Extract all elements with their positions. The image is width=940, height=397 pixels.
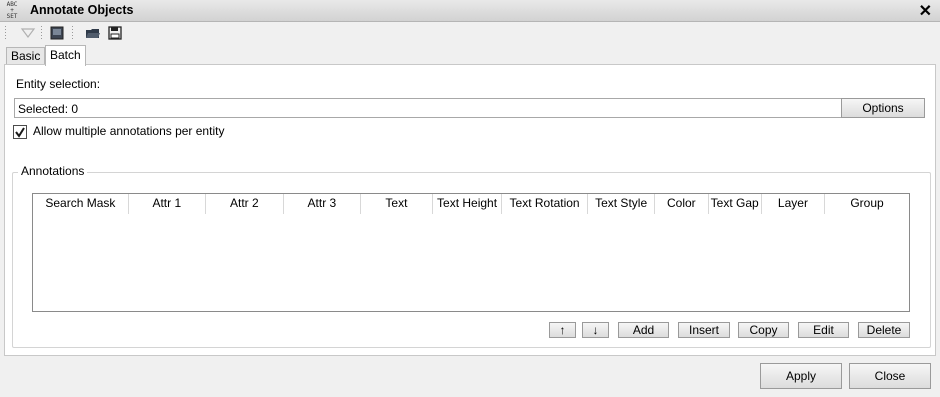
checkmark-icon [15,127,25,138]
column-header-layer[interactable]: Layer [762,194,826,214]
column-header-search-mask[interactable]: Search Mask [33,194,129,214]
column-header-text-height[interactable]: Text Height [433,194,503,214]
column-header-text-rotation[interactable]: Text Rotation [502,194,589,214]
column-header-attr3[interactable]: Attr 3 [284,194,361,214]
open-folder-icon[interactable] [85,25,101,41]
column-header-text[interactable]: Text [361,194,433,214]
table-header: Search Mask Attr 1 Attr 2 Attr 3 Text Te… [33,194,909,214]
app-icon: ABC + SET [6,1,18,20]
title-bar [0,0,940,22]
toolbar-grip[interactable] [71,25,74,41]
edit-button[interactable]: Edit [798,322,849,338]
move-down-button[interactable]: ↓ [582,322,609,338]
column-header-attr2[interactable]: Attr 2 [206,194,284,214]
toolbar-grip[interactable] [40,25,43,41]
filter-icon[interactable] [20,25,36,41]
close-window-icon[interactable]: ✕ [919,1,932,21]
column-header-color[interactable]: Color [655,194,709,214]
column-header-text-gap[interactable]: Text Gap [709,194,762,214]
close-button[interactable]: Close [849,363,931,389]
save-icon[interactable] [107,25,123,41]
options-button[interactable]: Options [841,98,925,118]
allow-multiple-label[interactable]: Allow multiple annotations per entity [33,124,224,138]
copy-button[interactable]: Copy [738,322,789,338]
entity-selection-label: Entity selection: [16,77,101,91]
tab-batch[interactable]: Batch [45,45,86,66]
window-title: Annotate Objects [30,3,134,17]
screen-icon[interactable] [49,25,65,41]
allow-multiple-checkbox[interactable] [13,125,27,139]
delete-button[interactable]: Delete [858,322,910,338]
tab-basic[interactable]: Basic [6,47,46,65]
apply-button[interactable]: Apply [760,363,842,389]
column-header-group[interactable]: Group [825,194,909,214]
annotations-group-label: Annotations [18,164,88,178]
column-header-attr1[interactable]: Attr 1 [129,194,206,214]
toolbar-grip[interactable] [4,25,7,41]
toolbar [0,22,940,44]
selected-field[interactable]: Selected: 0 [14,98,842,118]
annotations-table[interactable]: Search Mask Attr 1 Attr 2 Attr 3 Text Te… [32,193,910,312]
insert-button[interactable]: Insert [678,322,730,338]
add-button[interactable]: Add [618,322,669,338]
move-up-button[interactable]: ↑ [549,322,576,338]
column-header-text-style[interactable]: Text Style [588,194,656,214]
